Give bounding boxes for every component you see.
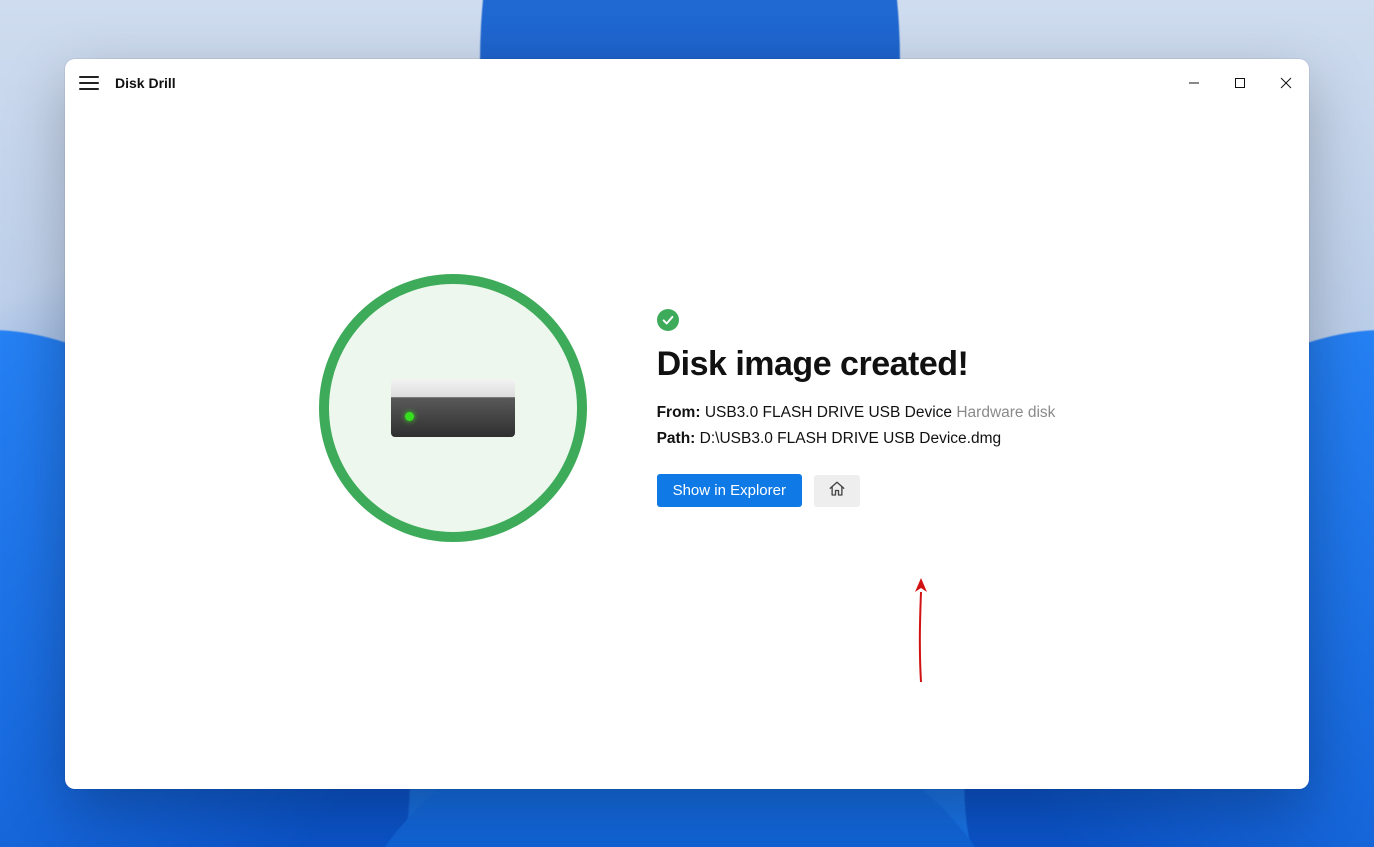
action-row: Show in Explorer	[657, 474, 1056, 507]
drive-icon	[391, 379, 515, 437]
home-icon	[828, 480, 846, 501]
show-in-explorer-button[interactable]: Show in Explorer	[657, 474, 802, 507]
from-label: From:	[657, 404, 701, 421]
from-line: From: USB3.0 FLASH DRIVE USB Device Hard…	[657, 404, 1056, 422]
from-type: Hardware disk	[956, 404, 1055, 421]
minimize-button[interactable]	[1171, 59, 1217, 107]
app-title: Disk Drill	[115, 75, 176, 91]
path-label: Path:	[657, 430, 696, 447]
close-button[interactable]	[1263, 59, 1309, 107]
home-button[interactable]	[814, 475, 860, 507]
path-value: D:\USB3.0 FLASH DRIVE USB Device.dmg	[700, 430, 1002, 447]
path-line: Path: D:\USB3.0 FLASH DRIVE USB Device.d…	[657, 430, 1056, 448]
content-area: Disk image created! From: USB3.0 FLASH D…	[65, 107, 1309, 789]
disk-success-graphic	[319, 274, 587, 542]
titlebar: Disk Drill	[65, 59, 1309, 107]
window-controls	[1171, 59, 1309, 107]
hamburger-menu-icon[interactable]	[79, 73, 99, 93]
result-headline: Disk image created!	[657, 345, 1056, 384]
result-info: Disk image created! From: USB3.0 FLASH D…	[657, 309, 1056, 507]
maximize-button[interactable]	[1217, 59, 1263, 107]
from-value: USB3.0 FLASH DRIVE USB Device	[705, 404, 952, 421]
success-check-icon	[657, 309, 679, 331]
app-window: Disk Drill Disk image crea	[65, 59, 1309, 789]
